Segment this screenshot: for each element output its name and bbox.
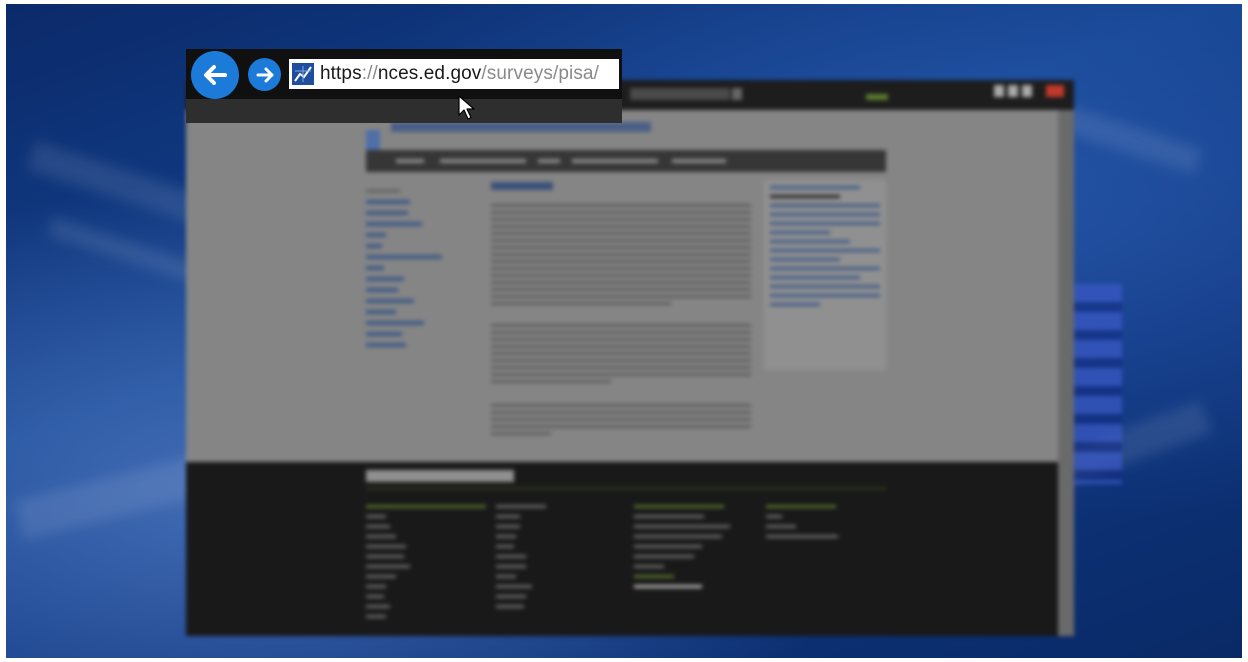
toolbar-strip xyxy=(186,99,622,123)
url-text: https://nces.ed.gov/surveys/pisa/ xyxy=(320,63,599,85)
site-title xyxy=(391,122,651,132)
article-paragraph xyxy=(491,320,751,387)
site-navigation-bar xyxy=(366,150,886,172)
scrollbar[interactable] xyxy=(1058,110,1074,636)
url-domain: nces.ed.gov xyxy=(377,63,482,84)
nces-chart-icon xyxy=(292,63,314,85)
mouse-cursor-icon xyxy=(458,95,475,120)
footer-column xyxy=(766,498,856,545)
right-sidebar-box xyxy=(764,180,886,370)
forward-button[interactable] xyxy=(248,58,281,91)
footer-logo[interactable] xyxy=(366,470,514,482)
nav-link[interactable] xyxy=(538,159,560,163)
article-paragraph xyxy=(491,400,751,439)
nav-link[interactable] xyxy=(440,159,526,163)
url-input[interactable]: https://nces.ed.gov/surveys/pisa/ xyxy=(289,59,619,89)
zoomed-address-bar: https://nces.ed.gov/surveys/pisa/ xyxy=(186,49,622,123)
back-button[interactable] xyxy=(191,51,239,99)
footer-column xyxy=(366,498,486,625)
nav-link[interactable] xyxy=(672,159,726,163)
window-controls[interactable] xyxy=(994,85,1064,97)
browser-window-blurred xyxy=(186,80,1074,636)
arrow-left-icon xyxy=(204,65,227,85)
arrow-right-icon xyxy=(256,67,273,82)
footer-column xyxy=(496,498,586,615)
nav-link[interactable] xyxy=(572,159,658,163)
url-separator: :// xyxy=(361,63,378,84)
footer-divider xyxy=(366,488,886,489)
webpage-content xyxy=(186,110,1074,462)
left-sidebar-links xyxy=(366,182,476,382)
search-icon[interactable] xyxy=(732,88,742,100)
url-scheme: https xyxy=(320,63,362,84)
status-indicator xyxy=(866,94,888,100)
overview-heading xyxy=(491,182,553,190)
footer-column xyxy=(634,498,730,595)
nav-link[interactable] xyxy=(396,159,424,163)
site-footer xyxy=(186,462,1074,636)
url-path: /surveys/pisa/ xyxy=(481,63,599,84)
article-paragraph xyxy=(491,200,751,309)
browser-search-box[interactable] xyxy=(630,88,730,100)
